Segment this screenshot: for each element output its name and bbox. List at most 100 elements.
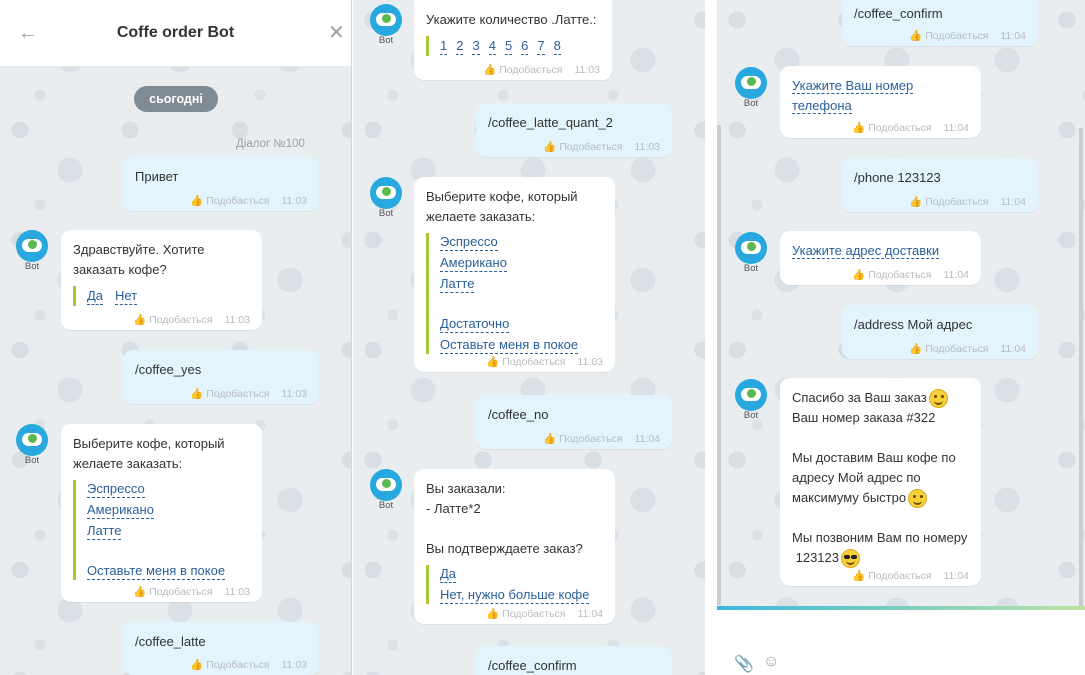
option-leave-me[interactable]: Оставьте меня в покое	[87, 562, 226, 580]
like-icon[interactable]: 👍	[909, 196, 922, 208]
date-badge: сьогодні	[134, 86, 218, 112]
like-label[interactable]: Подобається	[868, 269, 931, 281]
like-icon[interactable]: 👍	[133, 586, 146, 598]
option-espresso[interactable]: Эспрессо	[440, 233, 498, 251]
option-latte[interactable]: Латте	[440, 275, 475, 293]
message-outgoing: /coffee_confirm	[476, 646, 672, 675]
message-meta: 👍 Подобається 11:04	[543, 433, 660, 445]
message-time: 11:03	[577, 356, 604, 368]
avatar-label: Bot	[378, 35, 394, 46]
like-label[interactable]: Подобається	[149, 314, 212, 326]
message-time: 11:04	[577, 608, 604, 620]
message-time: 11:04	[943, 570, 970, 582]
like-label[interactable]: Подобається	[868, 122, 931, 134]
cloud-icon	[370, 469, 402, 501]
prompt-address: Укажите адрес доставки	[792, 243, 940, 259]
avatar-label: Bot	[743, 410, 759, 421]
like-icon[interactable]: 👍	[486, 356, 499, 368]
like-icon[interactable]: 👍	[190, 388, 203, 400]
message-incoming: Укажите Ваш номер телефона 👍 Подобається 11…	[780, 66, 981, 138]
option-qty-6[interactable]: 6	[521, 37, 529, 55]
message-meta: 👍 Подобається 11:04	[852, 269, 969, 281]
reply-options: Эспрессо Американо Латте Оставьте меня в…	[73, 480, 250, 580]
paperclip-icon[interactable]: 📎	[734, 654, 754, 674]
like-label[interactable]: Подобається	[868, 570, 931, 582]
option-qty-4[interactable]: 4	[488, 37, 496, 55]
bot-avatar: Bot	[369, 4, 403, 46]
option-qty-8[interactable]: 8	[553, 37, 561, 55]
like-label[interactable]: Подобається	[206, 388, 269, 400]
option-no[interactable]: Нет	[115, 287, 138, 305]
like-label[interactable]: Подобається	[206, 659, 269, 671]
like-label[interactable]: Подобається	[499, 64, 562, 76]
message-text: Спасибо за Ваш заказ Ваш номер заказа #3…	[792, 388, 969, 569]
like-icon[interactable]: 👍	[909, 30, 922, 42]
like-icon[interactable]: 👍	[543, 433, 556, 445]
like-icon[interactable]: 👍	[909, 343, 922, 355]
message-time: 11:04	[1000, 30, 1027, 42]
like-icon[interactable]: 👍	[852, 122, 865, 134]
message-meta: 👍 Подобається 11:03	[133, 586, 250, 598]
like-icon[interactable]: 👍	[852, 570, 865, 582]
message-outgoing: /coffee_no 👍 Подобається 11:04	[476, 395, 672, 449]
message-composer[interactable]: 📎 ☺	[717, 606, 1085, 675]
message-incoming: Укажите количество .Латте.: 12345678 👍 По…	[414, 0, 612, 80]
like-label[interactable]: Подобається	[925, 196, 988, 208]
prompt-phone-line1: Укажите Ваш номер	[792, 78, 914, 94]
like-label[interactable]: Подобається	[559, 141, 622, 153]
like-label[interactable]: Подобається	[925, 30, 988, 42]
like-icon[interactable]: 👍	[190, 659, 203, 671]
smile-icon[interactable]: ☺	[763, 653, 779, 671]
like-label[interactable]: Подобається	[206, 195, 269, 207]
option-more-coffee[interactable]: Нет, нужно больше кофе	[440, 586, 590, 604]
message-meta: 👍 Подобається 11:04	[852, 570, 969, 582]
like-label[interactable]: Подобається	[502, 608, 565, 620]
cloud-icon	[370, 177, 402, 209]
cloud-icon	[735, 232, 767, 264]
bot-avatar: Bot	[734, 232, 768, 274]
scrollbar-left[interactable]	[717, 125, 721, 605]
option-enough[interactable]: Достаточно	[440, 315, 510, 333]
like-icon[interactable]: 👍	[133, 314, 146, 326]
message-incoming: Укажите адрес доставки 👍 Подобається 11:04	[780, 231, 981, 285]
message-text: /coffee_latte_quant_2	[488, 115, 613, 130]
like-icon[interactable]: 👍	[852, 269, 865, 281]
like-icon[interactable]: 👍	[190, 195, 203, 207]
call-line-2: 123123	[792, 550, 839, 566]
message-outgoing: /coffee_latte_quant_2 👍 Подобається 11:03	[476, 103, 672, 157]
like-label[interactable]: Подобається	[502, 356, 565, 368]
like-label[interactable]: Подобається	[559, 433, 622, 445]
message-meta: 👍 Подобається 11:03	[190, 388, 307, 400]
like-icon[interactable]: 👍	[486, 608, 499, 620]
option-latte[interactable]: Латте	[87, 522, 122, 540]
like-icon[interactable]: 👍	[483, 64, 496, 76]
like-icon[interactable]: 👍	[543, 141, 556, 153]
option-americano[interactable]: Американо	[440, 254, 507, 272]
cloud-icon	[16, 424, 48, 456]
message-time: 11:03	[281, 388, 308, 400]
reply-options: Эспрессо Американо Латте Достаточно Оста…	[426, 233, 603, 354]
like-label[interactable]: Подобається	[149, 586, 212, 598]
message-incoming: Выберите кофе, который желаете заказать:…	[414, 177, 615, 372]
message-incoming: Спасибо за Ваш заказ Ваш номер заказа #3…	[780, 378, 981, 586]
option-americano[interactable]: Американо	[87, 501, 154, 519]
option-qty-1[interactable]: 1	[440, 37, 448, 55]
like-label[interactable]: Подобається	[925, 343, 988, 355]
message-outgoing: /coffee_yes 👍 Подобається 11:03	[123, 350, 319, 404]
close-icon[interactable]: ✕	[328, 22, 350, 44]
message-meta: 👍 Подобається 11:03	[486, 356, 603, 368]
option-espresso[interactable]: Эспрессо	[87, 480, 145, 498]
option-qty-5[interactable]: 5	[504, 37, 513, 55]
message-outgoing: /coffee_latte 👍 Подобається 11:03	[123, 622, 319, 675]
message-time: 11:04	[1000, 196, 1027, 208]
option-yes[interactable]: Да	[440, 565, 457, 583]
option-qty-7[interactable]: 7	[537, 37, 545, 55]
scrollbar-right[interactable]	[1079, 128, 1083, 606]
option-yes[interactable]: Да	[87, 287, 104, 305]
message-incoming: Вы заказали: - Латте*2 Вы подтверждаете …	[414, 469, 615, 624]
option-leave-me[interactable]: Оставьте меня в покое	[440, 336, 579, 354]
smile-emoji-icon	[908, 489, 928, 509]
option-qty-2[interactable]: 2	[456, 37, 464, 55]
option-qty-3[interactable]: 3	[472, 37, 480, 55]
message-meta: 👍 Подобається 11:04	[909, 343, 1026, 355]
